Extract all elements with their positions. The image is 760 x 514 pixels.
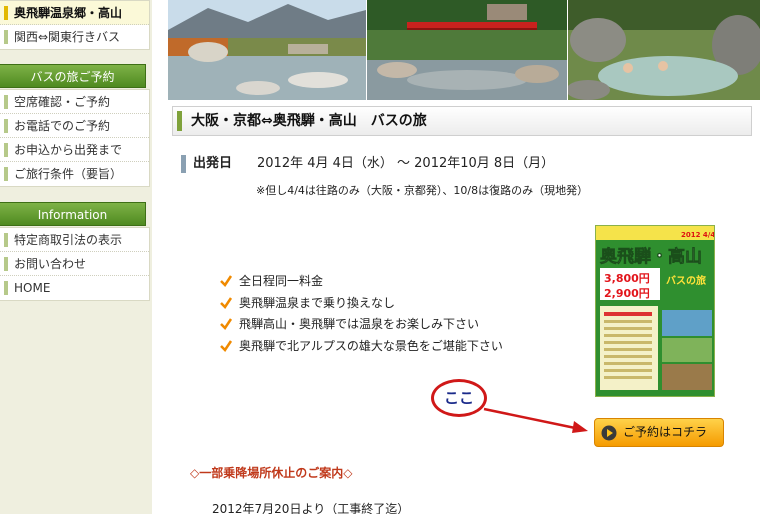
feature-text: 奥飛騨温泉まで乗り換えなし (239, 295, 396, 310)
departure-note: ※但し4/4は往路のみ（大阪・京都発）、10/8は復路のみ（現地発） (256, 184, 589, 197)
nav-bullet (4, 281, 8, 295)
nav-okuhida-takayama[interactable]: 奥飛騨温泉郷・高山 (0, 1, 149, 25)
tour-poster[interactable]: 2012 4/4～10/8 奥飛騨・高山 3,800円 2,900円 バスの旅 (595, 225, 715, 397)
sidebar: 奥飛騨温泉郷・高山 関西⇔関東行きバス バスの旅ご予約 空席確認・ご予約 お電話… (0, 0, 152, 514)
nav-label: 特定商取引法の表示 (14, 233, 123, 247)
poster-subtitle: バスの旅 (666, 274, 706, 287)
information-nav: 特定商取引法の表示 お問い合わせ HOME (0, 227, 150, 301)
feature-text: 全日程同一料金 (239, 274, 324, 288)
information-header: Information (0, 202, 146, 226)
nav-availability[interactable]: 空席確認・ご予約 (0, 90, 149, 114)
poster-dates: 2012 4/4～10/8 (681, 231, 715, 239)
feature-item: 全日程同一料金 (219, 272, 503, 294)
nav-label: 奥飛騨温泉郷・高山 (14, 6, 123, 20)
river-park-photo (168, 0, 366, 100)
nav-bullet (4, 30, 8, 44)
nav-bullet (4, 119, 8, 133)
nav-kansai-kanto-bus[interactable]: 関西⇔関東行きバス (0, 25, 149, 49)
nav-label: 関西⇔関東行きバス (14, 30, 121, 44)
nav-commercial-law[interactable]: 特定商取引法の表示 (0, 228, 149, 252)
nav-travel-conditions[interactable]: ご旅行条件（要旨） (0, 162, 149, 186)
nav-bullet (4, 167, 8, 181)
departure-label: 出発日 (193, 156, 233, 171)
banner (168, 0, 760, 100)
page-title-bar: 大阪・京都⇔奥飛騨・高山 バスの旅 (172, 106, 752, 136)
notice-title: ◇一部乗降場所休止のご案内◇ (190, 466, 353, 480)
nav-bullet (4, 143, 8, 157)
annotation-text: ここ (444, 389, 475, 407)
check-icon (220, 296, 233, 309)
check-icon (220, 275, 233, 287)
feature-item: 奥飛騨温泉まで乗り換えなし (219, 294, 503, 316)
play-circle-icon (601, 425, 617, 441)
reserve-button[interactable]: ご予約はコチラ (594, 418, 724, 447)
red-bridge-photo (367, 0, 567, 100)
bus-tour-header: バスの旅ご予約 (0, 64, 146, 88)
page-title: 大阪・京都⇔奥飛騨・高山 バスの旅 (191, 113, 427, 129)
reserve-button-label: ご予約はコチラ (623, 425, 708, 439)
check-icon (220, 318, 233, 330)
hot-spring-photo (568, 0, 760, 100)
feature-item: 飛騨高山・奥飛騨では温泉をお楽しみ下さい (219, 315, 503, 337)
poster-price-2: 2,900円 (604, 287, 650, 300)
nav-label: 空席確認・ご予約 (14, 95, 111, 109)
feature-item: 奥飛騨で北アルプスの雄大な景色をご堪能下さい (219, 337, 503, 359)
nav-bullet (4, 95, 8, 109)
nav-label: HOME (14, 281, 51, 295)
nav-home[interactable]: HOME (0, 276, 149, 300)
nav-contact[interactable]: お問い合わせ (0, 252, 149, 276)
feature-list: 全日程同一料金 奥飛騨温泉まで乗り換えなし 飛騨高山・奥飛騨では温泉をお楽しみ下… (219, 272, 503, 358)
nav-bullet (4, 257, 8, 271)
top-nav: 奥飛騨温泉郷・高山 関西⇔関東行きバス (0, 0, 150, 50)
nav-application-flow[interactable]: お申込から出発まで (0, 138, 149, 162)
feature-text: 奥飛騨で北アルプスの雄大な景色をご堪能下さい (239, 338, 503, 353)
poster-title: 奥飛騨・高山 (600, 246, 702, 267)
nav-phone-booking[interactable]: お電話でのご予約 (0, 114, 149, 138)
departure-accent (181, 155, 186, 173)
nav-label: お電話でのご予約 (14, 119, 111, 133)
title-accent (177, 111, 182, 131)
poster-price-1: 3,800円 (604, 272, 650, 285)
nav-label: ご旅行条件（要旨） (14, 167, 123, 181)
nav-bullet (4, 233, 8, 247)
check-icon (220, 339, 233, 352)
feature-text: 飛騨高山・奥飛騨では温泉をお楽しみ下さい (239, 317, 480, 331)
notice-date: 2012年7月20日より（工事終了迄） (212, 502, 410, 514)
nav-label: お申込から出発まで (14, 143, 123, 157)
nav-bullet (4, 6, 8, 20)
annotation-arrow-icon (483, 407, 588, 433)
bus-tour-nav: 空席確認・ご予約 お電話でのご予約 お申込から出発まで ご旅行条件（要旨） (0, 89, 150, 187)
nav-label: お問い合わせ (14, 257, 87, 271)
departure-dates: 2012年 4月 4日（水） ～ 2012年10月 8日（月） (257, 156, 555, 171)
